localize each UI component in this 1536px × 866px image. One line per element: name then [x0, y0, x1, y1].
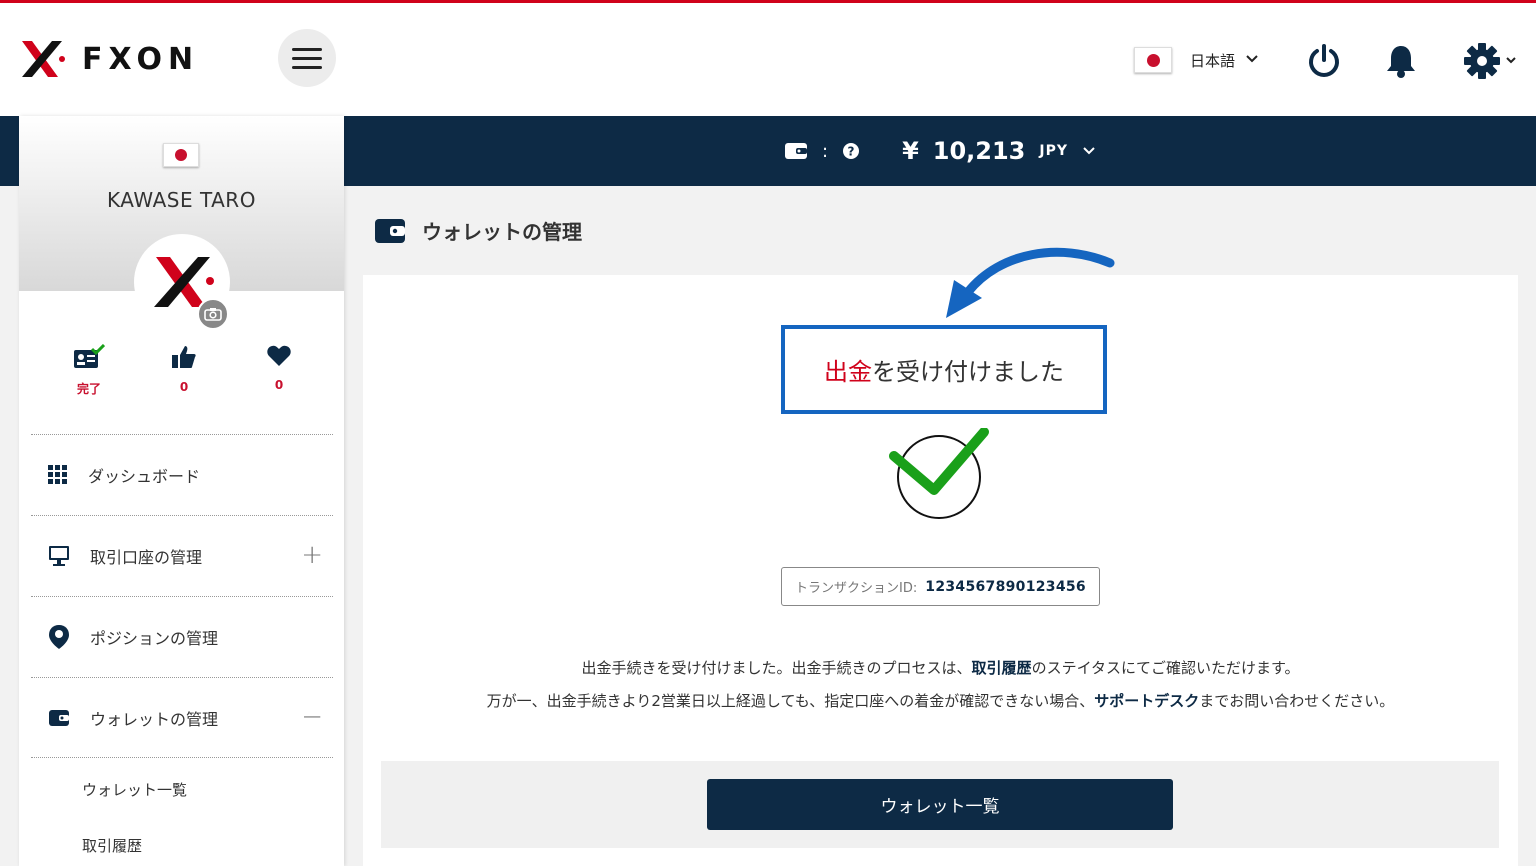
info-text-segment: 出金手続きを受け付けました。出金手続きのプロセスは、: [581, 659, 972, 677]
sidebar: KAWASE TARO 完了 0 0 ダッシュボード 取引口座の管理 + ポジシ…: [19, 116, 344, 866]
sidebar-item-label: ダッシュボード: [88, 467, 201, 486]
wallet-icon: [49, 709, 69, 726]
transaction-id-box: トランザクションID: 1234567890123456: [781, 567, 1100, 606]
info-line-1: 出金手続きを受け付けました。出金手続きのプロセスは、取引履歴のステイタスにてご確…: [363, 652, 1518, 685]
bell-icon: [1387, 46, 1415, 78]
power-icon: [1309, 44, 1339, 77]
sidebar-item-wallet[interactable]: ウォレットの管理 −: [31, 677, 333, 758]
sidebar-subitem-transaction-history[interactable]: 取引履歴: [31, 817, 333, 866]
chevron-down-icon: [1506, 57, 1516, 64]
balance-separator: :: [821, 140, 829, 162]
annotation-arrow-icon: [946, 247, 1115, 318]
currency-symbol: ¥: [902, 137, 919, 165]
power-button[interactable]: [1304, 41, 1344, 81]
logo-text: FXON: [82, 41, 200, 77]
notification-button[interactable]: [1381, 41, 1421, 81]
thumbs-up-icon: [172, 346, 196, 368]
profile-stats: 完了 0 0: [44, 344, 324, 397]
message-text: を受け付けました: [872, 358, 1064, 386]
expand-icon[interactable]: +: [301, 540, 323, 570]
info-text-segment: 万が一、出金手続きより2営業日以上経過しても、指定口座への着金が確認できない場合…: [486, 692, 1095, 710]
stat-verification[interactable]: 完了: [44, 344, 134, 397]
language-selector[interactable]: 日本語: [1134, 47, 1259, 73]
balance-amount: 10,213: [932, 137, 1026, 165]
wallet-icon: [375, 218, 405, 243]
wallet-icon: [784, 143, 807, 159]
collapse-icon[interactable]: −: [301, 702, 323, 732]
page-title-text: ウォレットの管理: [422, 220, 582, 244]
fxon-x-logo-icon: [22, 41, 65, 77]
svg-text:?: ?: [848, 145, 855, 159]
heart-icon: [267, 345, 291, 366]
balance-currency: JPY: [1039, 143, 1068, 159]
chevron-down-icon[interactable]: [1082, 146, 1096, 156]
menu-icon-bar: [292, 47, 322, 51]
sidebar-nav: ダッシュボード 取引口座の管理 + ポジションの管理 ウォレットの管理 − ウォ…: [31, 434, 333, 866]
sidebar-item-label: ウォレットの管理: [90, 709, 219, 729]
language-label: 日本語: [1190, 51, 1236, 70]
check-circle-icon: [889, 428, 989, 519]
id-card-check-icon: [74, 344, 105, 368]
top-header: FXON 日本語: [0, 3, 1536, 116]
stat-value: 0: [274, 378, 284, 392]
wallet-list-button[interactable]: ウォレット一覧: [707, 779, 1173, 830]
sidebar-item-label: ポジションの管理: [90, 629, 219, 648]
hamburger-menu-button[interactable]: [278, 29, 336, 87]
transaction-history-link[interactable]: 取引履歴: [972, 659, 1032, 677]
transaction-id: 1234567890123456: [925, 578, 1086, 595]
sidebar-item-positions[interactable]: ポジションの管理: [31, 596, 333, 677]
map-pin-icon: [49, 625, 69, 649]
transaction-label: トランザクションID:: [795, 581, 918, 596]
info-text-segment: のステイタスにてご確認いただけます。: [1031, 659, 1300, 677]
sidebar-item-dashboard[interactable]: ダッシュボード: [31, 434, 333, 515]
stat-value: 完了: [76, 382, 101, 396]
camera-icon: [204, 308, 222, 321]
sidebar-item-trading-accounts[interactable]: 取引口座の管理 +: [31, 515, 333, 596]
stat-favorites[interactable]: 0: [234, 344, 324, 397]
chevron-down-icon: [1245, 52, 1259, 68]
info-text-segment: までお問い合わせください。: [1199, 692, 1395, 710]
japan-flag-icon: [163, 143, 199, 167]
sidebar-subitem-wallet-list[interactable]: ウォレット一覧: [31, 761, 333, 817]
settings-button[interactable]: [1458, 41, 1522, 81]
page-title: ウォレットの管理: [374, 216, 582, 245]
question-circle-icon[interactable]: ?: [842, 142, 860, 160]
grid-icon: [48, 465, 67, 484]
message-highlight: 出金: [824, 358, 872, 386]
gear-icon: [1464, 43, 1500, 79]
sidebar-item-label: 取引口座の管理: [90, 548, 203, 567]
stat-value: 0: [179, 380, 189, 394]
monitor-icon: [49, 546, 69, 566]
menu-icon-bar: [292, 56, 322, 60]
balance-bar[interactable]: : ? ¥ 10,213 JPY: [344, 116, 1536, 186]
success-message-box: 出金 を受け付けました: [781, 325, 1107, 414]
support-desk-link[interactable]: サポートデスク: [1094, 692, 1199, 710]
stat-likes[interactable]: 0: [139, 344, 229, 397]
left-navy-band: [0, 116, 19, 186]
menu-icon-bar: [292, 65, 322, 69]
user-name: KAWASE TARO: [107, 188, 256, 212]
fxon-logo[interactable]: FXON: [18, 37, 199, 81]
info-text: 出金手続きを受け付けました。出金手続きのプロセスは、取引履歴のステイタスにてご確…: [363, 652, 1518, 718]
japan-flag-icon: [1134, 47, 1172, 73]
camera-button[interactable]: [197, 298, 229, 330]
info-line-2: 万が一、出金手続きより2営業日以上経過しても、指定口座への着金が確認できない場合…: [363, 685, 1518, 718]
